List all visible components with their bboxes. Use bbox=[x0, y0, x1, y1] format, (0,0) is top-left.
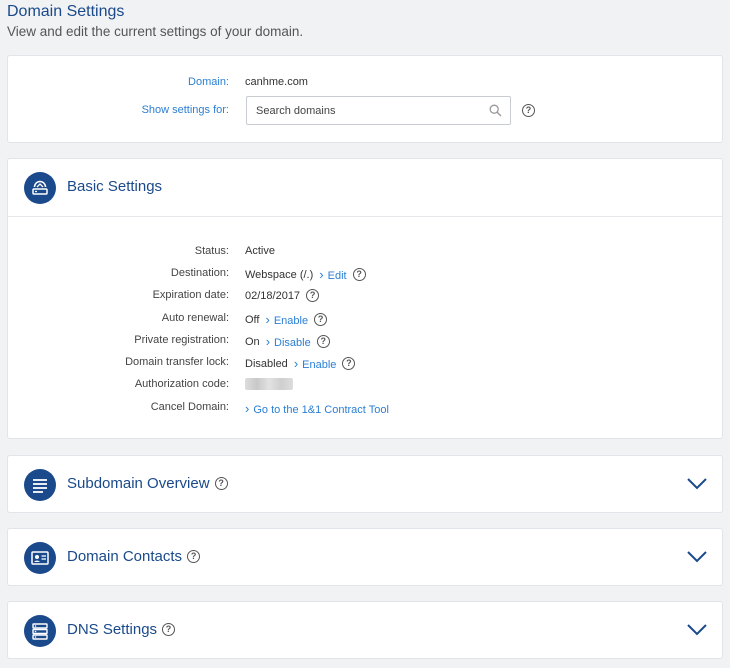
auto-renewal-enable-link[interactable]: Enable bbox=[265, 312, 308, 327]
chevron-down-icon[interactable] bbox=[687, 551, 707, 563]
dns-settings-title: DNS Settings? bbox=[67, 621, 176, 638]
transfer-lock-value: Disabled Enable ? bbox=[245, 356, 356, 371]
auto-renewal-text: Off bbox=[245, 313, 260, 326]
auth-code-blurred bbox=[245, 378, 293, 390]
private-registration-label: Private registration: bbox=[134, 334, 229, 346]
help-circle-icon[interactable]: ? bbox=[522, 104, 535, 117]
status-text: Active bbox=[245, 245, 275, 257]
help-circle-icon[interactable]: ? bbox=[342, 357, 356, 370]
expiration-value: 02/18/2017 ? bbox=[245, 289, 320, 302]
destination-edit-link[interactable]: Edit bbox=[319, 267, 347, 282]
help-circle-icon[interactable]: ? bbox=[214, 476, 228, 490]
basic-settings-header: Basic Settings bbox=[8, 159, 722, 217]
cancel-domain-value: Go to the 1&1 Contract Tool bbox=[239, 401, 389, 416]
help-circle-icon[interactable]: ? bbox=[187, 549, 201, 563]
status-value: Active bbox=[245, 245, 275, 257]
expiration-label: Expiration date: bbox=[152, 289, 229, 301]
contact-card-icon bbox=[24, 542, 56, 574]
auto-renewal-value: Off Enable ? bbox=[245, 312, 328, 327]
basic-settings-icon bbox=[24, 172, 56, 204]
search-icon[interactable] bbox=[489, 104, 502, 117]
domain-selector-card: Domain: canhme.com Show settings for: ? bbox=[7, 55, 723, 143]
page-header: Domain Settings View and edit the curren… bbox=[7, 2, 303, 41]
divider bbox=[8, 216, 722, 217]
status-label: Status: bbox=[194, 245, 229, 257]
help-circle-icon[interactable]: ? bbox=[316, 335, 330, 348]
transfer-lock-enable-link[interactable]: Enable bbox=[294, 356, 336, 371]
subdomain-overview-title: Subdomain Overview? bbox=[67, 475, 228, 492]
chevron-down-icon[interactable] bbox=[687, 624, 707, 636]
basic-settings-card: Basic Settings Status: Active Destinatio… bbox=[7, 158, 723, 439]
contract-tool-link[interactable]: Go to the 1&1 Contract Tool bbox=[245, 401, 389, 416]
search-domains-input[interactable] bbox=[247, 97, 477, 124]
page-subtitle: View and edit the current settings of yo… bbox=[7, 24, 304, 39]
private-registration-text: On bbox=[245, 335, 260, 348]
private-registration-disable-link[interactable]: Disable bbox=[266, 334, 311, 349]
help-circle-icon[interactable]: ? bbox=[306, 289, 320, 302]
chevron-down-icon[interactable] bbox=[687, 478, 707, 490]
basic-settings-title: Basic Settings bbox=[67, 178, 163, 195]
server-icon bbox=[24, 615, 56, 647]
destination-text: Webspace (/.) bbox=[245, 268, 314, 281]
expiration-text: 02/18/2017 bbox=[245, 289, 301, 302]
show-settings-label: Show settings for: bbox=[141, 104, 229, 116]
search-domains-box bbox=[246, 96, 511, 125]
transfer-lock-label: Domain transfer lock: bbox=[125, 356, 229, 368]
private-registration-value: On Disable ? bbox=[245, 334, 330, 349]
domain-value: canhme.com bbox=[245, 76, 308, 88]
help-circle-icon[interactable]: ? bbox=[162, 622, 176, 636]
auth-code-label: Authorization code: bbox=[134, 378, 229, 390]
cancel-domain-label: Cancel Domain: bbox=[150, 401, 229, 413]
list-icon bbox=[24, 469, 56, 501]
dns-settings-card[interactable]: DNS Settings? bbox=[7, 601, 723, 659]
transfer-lock-text: Disabled bbox=[245, 357, 288, 370]
destination-label: Destination: bbox=[170, 267, 229, 279]
auto-renewal-label: Auto renewal: bbox=[161, 312, 229, 324]
auth-code-value bbox=[245, 378, 293, 390]
page-title: Domain Settings bbox=[7, 3, 125, 20]
domain-contacts-card[interactable]: Domain Contacts? bbox=[7, 528, 723, 586]
subdomain-overview-card[interactable]: Subdomain Overview? bbox=[7, 455, 723, 513]
domain-label: Domain: bbox=[188, 76, 229, 88]
help-circle-icon[interactable]: ? bbox=[352, 268, 366, 281]
destination-value: Webspace (/.) Edit ? bbox=[245, 267, 366, 282]
domain-contacts-title: Domain Contacts? bbox=[67, 548, 201, 565]
help-circle-icon[interactable]: ? bbox=[314, 313, 328, 326]
